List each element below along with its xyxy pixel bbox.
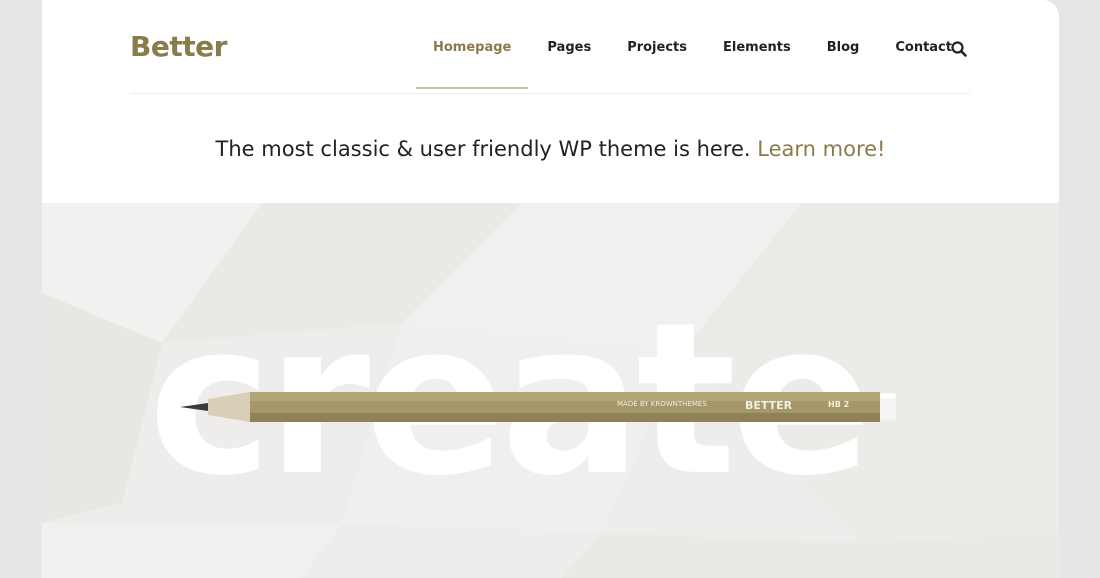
tagline-text: The most classic & user friendly WP them… <box>215 137 751 161</box>
nav-item-projects[interactable]: Projects <box>627 40 687 55</box>
nav-item-blog[interactable]: Blog <box>827 40 860 55</box>
nav-item-contact[interactable]: Contact <box>895 40 952 55</box>
header-divider <box>130 93 970 94</box>
nav-item-pages[interactable]: Pages <box>547 40 591 55</box>
site-frame: Better Homepage Pages Projects Elements … <box>42 0 1059 578</box>
site-header: Better Homepage Pages Projects Elements … <box>42 0 1059 95</box>
main-nav: Homepage Pages Projects Elements Blog Co… <box>415 40 952 89</box>
pencil-brand-text: BETTER <box>745 399 793 412</box>
learn-more-link[interactable]: Learn more! <box>757 137 885 161</box>
pencil-maker-text: MADE BY KROWNTHEMES <box>617 400 707 408</box>
nav-item-homepage[interactable]: Homepage <box>415 40 529 89</box>
search-icon[interactable] <box>950 40 968 58</box>
site-logo[interactable]: Better <box>130 30 227 63</box>
nav-item-elements[interactable]: Elements <box>723 40 791 55</box>
tagline: The most classic & user friendly WP them… <box>42 137 1059 161</box>
pencil-grade-text: HB 2 <box>828 400 850 409</box>
hero-banner: create MADE BY KROWNTHEMES BETTER HB 2 <box>42 203 1059 578</box>
